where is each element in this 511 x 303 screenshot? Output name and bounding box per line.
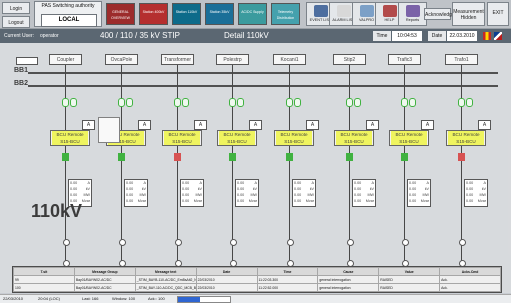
mode-button-1[interactable]: Station 400kV	[139, 3, 168, 25]
language-flag-icon-2[interactable]	[494, 32, 502, 40]
alarm-cell: _STIM_BAY-110-AC/DC_QDC_MCB_BusCoupler_O…	[134, 283, 197, 292]
alarm-cell: _STIM_BAYB-110-AC/DC_EmBsAlt2_Namen	[134, 275, 197, 284]
tool-label-2: VALPRO	[358, 18, 375, 22]
time-value: 10:04:53	[392, 31, 422, 41]
alarm-header-6: Value	[378, 267, 441, 276]
alarm-cell: 100	[13, 283, 75, 292]
alarm-header-7: Acks.Cmd	[439, 267, 501, 276]
status-header: Current User: operator 400 / 110 / 35 kV…	[0, 29, 511, 43]
mode-button-2[interactable]: Station 110kV	[172, 3, 201, 25]
alarm-cell: 22/03/2010	[195, 275, 258, 284]
alarm-header-1: Message Group	[73, 267, 136, 276]
current-user-label: Current User:	[4, 33, 35, 39]
substation-single-line-diagram: BB1 BB2 Coupler A BCU Remote S15-BCU 0.00 A 0.…	[0, 43, 511, 293]
alarm-cell: 11:22:52.000	[256, 283, 319, 292]
alarm-header-0: T.sit	[13, 267, 75, 276]
top-toolbar: Login Logout PAS Switching authority LOC…	[0, 0, 511, 29]
alarm-list-icon	[336, 5, 351, 17]
alarm-row[interactable]: 99 Bay01/BAYW02-AC/DC _STIM_BAYB-110-AC/DC…	[13, 275, 501, 284]
date-value: 22.03.2010	[447, 31, 477, 41]
alarm-cell: 99	[13, 275, 75, 284]
time-label: Time	[373, 31, 391, 41]
page-title: 400 / 110 / 35 kV STIP	[100, 31, 180, 40]
alarm-cell: Ack.	[439, 283, 501, 292]
logout-button[interactable]: Logout	[2, 16, 30, 28]
alarm-cell: Bay01/BAYW02-AC/DC	[73, 283, 136, 292]
alarm-header-2: Message text	[134, 267, 197, 276]
status-last: Last: 166	[82, 296, 99, 301]
alarm-cell: 22/03/2010	[195, 283, 258, 292]
authority-title: PAS Switching authority	[41, 3, 95, 9]
status-time: 20:04 (LOC)	[38, 296, 61, 301]
overlay-dim	[0, 43, 511, 293]
help-icon	[382, 5, 397, 17]
alarm-cell: Ack.	[439, 275, 501, 284]
alarm-header-5: Cause	[317, 267, 380, 276]
current-user-value: operator	[40, 33, 59, 39]
acknowledge-progress-fill	[178, 297, 200, 302]
date-label: Date	[428, 31, 446, 41]
status-date: 22/03/2010	[3, 296, 24, 301]
mode-button-4[interactable]: AC/DC Supply	[238, 3, 267, 25]
valpro-icon	[359, 5, 374, 17]
event-list-icon	[313, 5, 328, 17]
status-window: Window: 100	[112, 296, 136, 301]
alarm-table: T.sit Message Group Message text Date Time Ca…	[12, 266, 502, 293]
exit-button[interactable]: EXIT	[487, 2, 509, 26]
alarm-cell: general interrogation	[317, 275, 380, 284]
alarm-header-4: Time	[256, 267, 319, 276]
acknowledge-button[interactable]: Acknowledge	[424, 8, 455, 20]
alarm-cell: general interrogation	[317, 283, 380, 292]
alarm-cell: Bay01/BAYW02-AC/DC	[73, 275, 136, 284]
alarm-cell: RAISED	[378, 275, 441, 284]
authority-value: LOCAL	[41, 14, 97, 27]
detail-title: Detail 110kV	[224, 31, 269, 40]
mode-button-5[interactable]: Telemetry Distribution	[271, 3, 300, 25]
status-ack: Ack:: 100	[148, 296, 165, 301]
mode-button-3[interactable]: Station 35kV	[205, 3, 234, 25]
alarm-cell: 11:22:03.300	[256, 275, 319, 284]
tool-label-4: Reports	[405, 18, 420, 22]
measurement-hidden-button[interactable]: Measurement Hidden	[452, 2, 485, 26]
alarm-row[interactable]: 100 Bay01/BAYW02-AC/DC _STIM_BAY-110-AC/DC…	[13, 283, 501, 292]
language-flag-icon-1[interactable]	[483, 32, 491, 40]
mode-button-0[interactable]: GENERAL OVERVIEW	[106, 3, 135, 25]
login-button[interactable]: Login	[2, 2, 30, 14]
switching-authority-panel: PAS Switching authority LOCAL	[34, 1, 102, 27]
tool-label-3: HELP	[384, 18, 395, 22]
alarm-cell: RAISED	[378, 283, 441, 292]
alarm-header-3: Date	[195, 267, 258, 276]
reports-icon	[405, 5, 420, 17]
tool-button-4[interactable]: Reports	[398, 2, 427, 26]
